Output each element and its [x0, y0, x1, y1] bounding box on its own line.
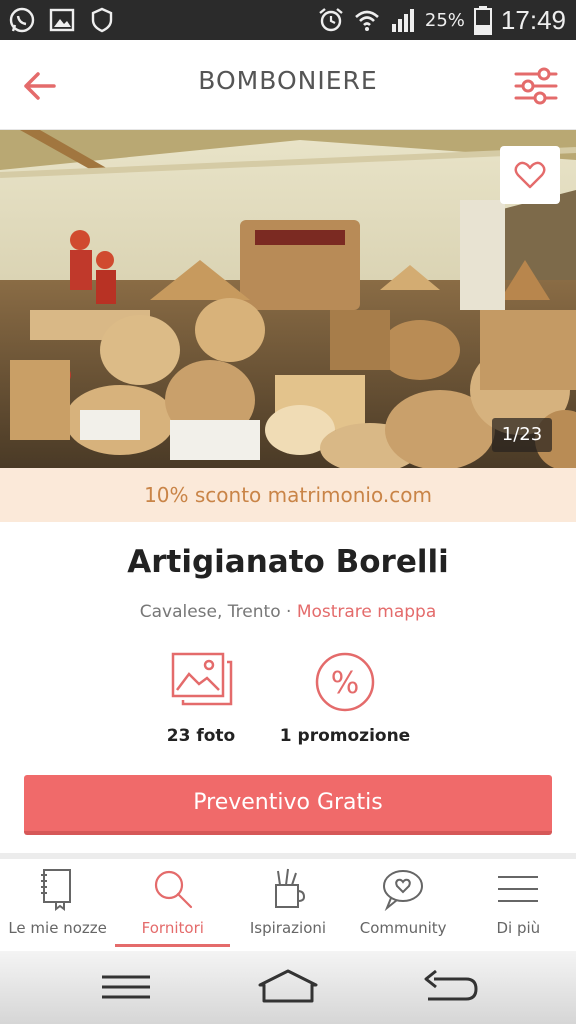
promotions-stat[interactable]: % 1 promozione: [250, 650, 440, 746]
tab-label: Di più: [496, 919, 541, 937]
system-back-button[interactable]: [420, 965, 480, 1009]
alarm-icon: [319, 8, 343, 32]
show-map-link[interactable]: Mostrare mappa: [297, 602, 436, 622]
vendor-location: Cavalese, Trento ·: [139, 602, 297, 622]
bottom-navigation: Le mie nozze Fornitori Ispirazioni Commu…: [0, 859, 576, 951]
tab-community[interactable]: Community: [346, 859, 461, 951]
vendor-photo: [0, 130, 576, 468]
app-header: BOMBONIERE: [0, 40, 576, 130]
battery-percent: 25%: [424, 9, 465, 31]
gallery-icon: [49, 8, 75, 32]
system-menu-button[interactable]: [96, 965, 156, 1009]
tab-label: Ispirazioni: [249, 919, 327, 937]
battery-icon: [473, 6, 492, 35]
vendor-name: Artigianato Borelli: [127, 544, 449, 580]
tab-fornitori[interactable]: Fornitori: [115, 859, 231, 951]
menu-icon: [498, 876, 539, 902]
svg-text:%: %: [331, 666, 360, 701]
wifi-icon: [355, 10, 379, 31]
promotions-count-label: 1 promozione: [279, 726, 411, 746]
back-arrow-icon: [424, 969, 478, 1001]
tab-label: Fornitori: [141, 919, 204, 937]
promo-banner: 10% sconto matrimonio.com: [0, 468, 576, 522]
shield-icon: [91, 7, 113, 33]
tab-le-mie-nozze[interactable]: Le mie nozze: [0, 859, 115, 951]
system-navigation-bar: [0, 951, 576, 1024]
tab-label: Community: [359, 919, 447, 937]
tab-ispirazioni[interactable]: Ispirazioni: [230, 859, 345, 951]
favorite-button[interactable]: [500, 146, 560, 204]
photo-counter: 1/23: [492, 418, 552, 452]
percent-icon: %: [315, 652, 375, 712]
page-title: BOMBONIERE: [198, 66, 378, 95]
system-home-button[interactable]: [258, 965, 318, 1009]
notebook-icon: [40, 869, 71, 911]
search-icon: [154, 870, 192, 909]
tab-label: Le mie nozze: [8, 919, 107, 937]
chat-heart-icon: [383, 870, 424, 911]
vendor-location-line: Cavalese, Trento · Mostrare mappa: [0, 602, 576, 622]
signal-icon: [391, 9, 414, 32]
status-bar: 25% 17:49: [0, 0, 576, 40]
pencil-cup-icon: [274, 868, 305, 908]
whatsapp-icon: [9, 7, 35, 33]
clock: 17:49: [500, 4, 566, 35]
vendor-photo-gallery[interactable]: 1/23: [0, 130, 576, 468]
home-icon: [258, 969, 318, 1003]
tab-di-piu[interactable]: Di più: [461, 859, 576, 951]
free-quote-button[interactable]: Preventivo Gratis: [24, 775, 552, 835]
filter-button[interactable]: [514, 66, 558, 106]
app-screen: 25% 17:49 BOMBONIERE 1/23 10% sconto mat…: [0, 0, 576, 1024]
sliders-icon: [514, 67, 558, 105]
heart-icon: [514, 161, 546, 189]
photos-icon: [171, 652, 233, 706]
menu-icon: [102, 975, 150, 999]
